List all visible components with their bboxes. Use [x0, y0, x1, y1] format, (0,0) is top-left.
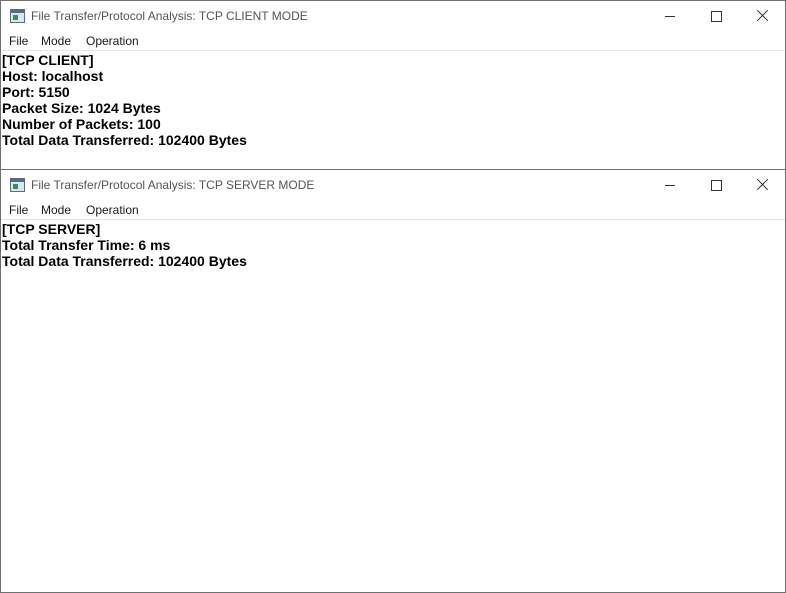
client-window-title: File Transfer/Protocol Analysis: TCP CLI… [31, 9, 308, 23]
menu-operation[interactable]: Operation [86, 34, 139, 48]
app-window-icon[interactable] [10, 178, 25, 192]
menu-operation[interactable]: Operation [86, 203, 139, 217]
server-mode-header: [TCP SERVER] [2, 221, 101, 237]
menu-file[interactable]: File [9, 203, 28, 217]
minimize-icon [665, 185, 675, 186]
server-minimize-button[interactable] [647, 170, 693, 200]
client-window: File Transfer/Protocol Analysis: TCP CLI… [0, 0, 786, 170]
server-window-title: File Transfer/Protocol Analysis: TCP SER… [31, 178, 315, 192]
menu-mode[interactable]: Mode [41, 203, 71, 217]
client-output: [TCP CLIENT] Host: localhost Port: 5150 … [1, 51, 785, 148]
menu-mode[interactable]: Mode [41, 34, 71, 48]
server-close-button[interactable] [739, 170, 785, 200]
menu-file[interactable]: File [9, 34, 28, 48]
client-titlebar[interactable]: File Transfer/Protocol Analysis: TCP CLI… [1, 1, 785, 31]
server-menubar: File Mode Operation [1, 200, 785, 220]
client-maximize-button[interactable] [693, 1, 739, 31]
client-packet-count-line: Number of Packets: 100 [2, 116, 161, 132]
maximize-icon [711, 180, 722, 191]
client-total-data-line: Total Data Transferred: 102400 Bytes [2, 132, 247, 148]
server-total-data-line: Total Data Transferred: 102400 Bytes [2, 253, 247, 269]
app-window-icon[interactable] [10, 9, 25, 23]
client-minimize-button[interactable] [647, 1, 693, 31]
client-mode-header: [TCP CLIENT] [2, 52, 94, 68]
server-maximize-button[interactable] [693, 170, 739, 200]
server-output: [TCP SERVER] Total Transfer Time: 6 ms T… [1, 220, 785, 269]
server-titlebar[interactable]: File Transfer/Protocol Analysis: TCP SER… [1, 170, 785, 200]
close-icon [756, 179, 768, 191]
minimize-icon [665, 16, 675, 17]
client-port-line: Port: 5150 [2, 84, 70, 100]
client-menubar: File Mode Operation [1, 31, 785, 51]
close-icon [756, 10, 768, 22]
client-close-button[interactable] [739, 1, 785, 31]
maximize-icon [711, 11, 722, 22]
server-transfer-time-line: Total Transfer Time: 6 ms [2, 237, 171, 253]
client-packet-size-line: Packet Size: 1024 Bytes [2, 100, 161, 116]
server-window: File Transfer/Protocol Analysis: TCP SER… [0, 169, 786, 593]
client-host-line: Host: localhost [2, 68, 104, 84]
